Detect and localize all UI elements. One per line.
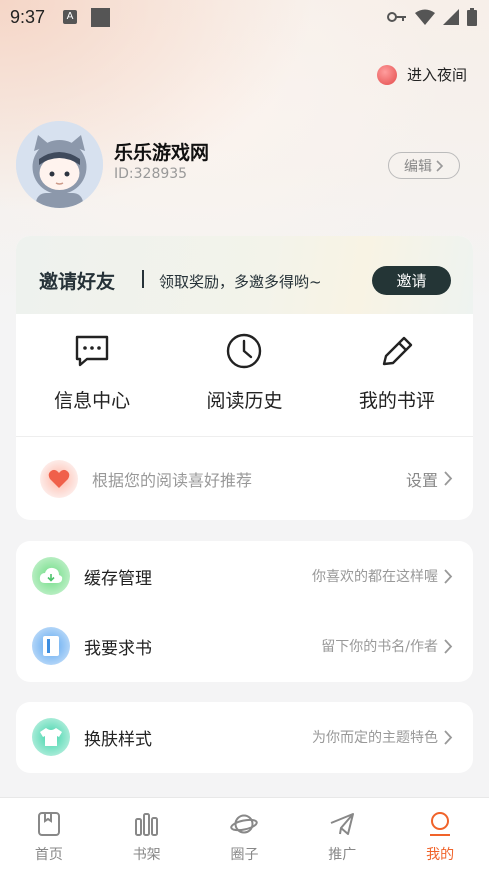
key-icon xyxy=(387,12,406,22)
recommendation-settings[interactable]: 设置 xyxy=(406,467,453,491)
notification-a-icon: A xyxy=(63,10,78,24)
chevron-right-icon xyxy=(436,159,444,172)
chevron-right-icon xyxy=(444,471,453,486)
recommendation-row[interactable]: 根据您的阅读喜好推荐 设置 xyxy=(16,437,473,520)
bottom-tab-bar: 首页 书架 圈子 推广 我的 xyxy=(0,797,489,871)
quick-actions: 信息中心 阅读历史 我的书评 xyxy=(16,314,473,436)
tab-label: 推广 xyxy=(328,847,357,863)
chevron-right-icon xyxy=(444,729,453,745)
bookshelf-icon xyxy=(134,813,158,836)
profile-icon xyxy=(430,812,451,836)
notification-square-icon xyxy=(91,7,111,27)
planet-icon xyxy=(230,814,259,834)
pen-icon xyxy=(382,336,413,366)
invite-subtitle: 领取奖励，多邀多得哟~ xyxy=(159,273,322,291)
invite-banner: 邀请好友 领取奖励，多邀多得哟~ 邀请 xyxy=(16,236,473,314)
invite-button[interactable]: 邀请 xyxy=(372,266,451,295)
battery-icon xyxy=(467,8,477,26)
status-bar: 9:37 A xyxy=(0,0,489,34)
menu-row-hint-text: 为你而定的主题特色 xyxy=(312,730,438,746)
edit-label: 编辑 xyxy=(404,158,432,175)
invite-divider xyxy=(142,270,144,288)
book-icon xyxy=(32,627,70,665)
clock-icon xyxy=(227,333,262,369)
message-icon xyxy=(75,335,109,367)
main-panel: 邀请好友 领取奖励，多邀多得哟~ 邀请 信息中心 阅读历史 我的书评 根据您的阅… xyxy=(16,236,473,520)
menu-row-label: 缓存管理 xyxy=(84,568,152,589)
user-id: ID:328935 xyxy=(114,166,188,182)
tab-home[interactable]: 首页 xyxy=(0,798,98,871)
download-cloud-icon xyxy=(32,557,70,595)
tab-bookshelf[interactable]: 书架 xyxy=(98,798,196,871)
wifi-icon xyxy=(415,9,435,25)
chevron-right-icon xyxy=(444,638,453,654)
menu-row-hint-text: 你喜欢的都在这样喔 xyxy=(312,569,438,585)
menu-row-hint: 为你而定的主题特色 xyxy=(312,727,453,747)
tab-promote[interactable]: 推广 xyxy=(293,798,391,871)
avatar[interactable] xyxy=(16,121,103,208)
menu-row-label: 我要求书 xyxy=(84,638,152,659)
tab-label: 书架 xyxy=(132,847,161,863)
quick-action-reading-history[interactable]: 阅读历史 xyxy=(168,314,320,436)
quick-action-message-center[interactable]: 信息中心 xyxy=(16,314,168,436)
settings-label: 设置 xyxy=(405,470,438,490)
menu-row-label: 换肤样式 xyxy=(84,729,152,750)
heart-icon xyxy=(40,459,78,498)
menu-row-cache[interactable]: 缓存管理 你喜欢的都在这样喔 xyxy=(16,541,473,611)
quick-action-label: 信息中心 xyxy=(54,390,131,412)
tab-label: 圈子 xyxy=(230,847,259,863)
recommendation-text: 根据您的阅读喜好推荐 xyxy=(92,470,253,490)
menu-row-hint-text: 留下你的书名/作者 xyxy=(321,639,438,655)
tab-label: 我的 xyxy=(426,847,455,863)
menu-row-hint: 你喜欢的都在这样喔 xyxy=(312,566,453,586)
tab-label: 首页 xyxy=(34,847,63,863)
quick-action-my-reviews[interactable]: 我的书评 xyxy=(321,314,473,436)
menu-row-skin[interactable]: 换肤样式 为你而定的主题特色 xyxy=(16,702,473,772)
menu-row-request-book[interactable]: 我要求书 留下你的书名/作者 xyxy=(16,611,473,681)
edit-profile-button[interactable]: 编辑 xyxy=(388,152,460,179)
menu-card-theme: 换肤样式 为你而定的主题特色 xyxy=(16,702,473,773)
night-mode-icon xyxy=(376,64,397,85)
night-mode-label: 进入夜间 xyxy=(406,66,467,84)
invite-title: 邀请好友 xyxy=(39,271,116,293)
avatar-character-icon xyxy=(16,121,103,208)
quick-action-label: 阅读历史 xyxy=(206,390,283,412)
menu-card-storage: 缓存管理 你喜欢的都在这样喔 我要求书 留下你的书名/作者 xyxy=(16,541,473,682)
tab-circle[interactable]: 圈子 xyxy=(196,798,294,871)
signal-icon xyxy=(443,9,459,25)
shirt-icon xyxy=(32,718,70,756)
status-time: 9:37 xyxy=(10,6,46,27)
username: 乐乐游戏网 xyxy=(114,142,210,164)
chevron-right-icon xyxy=(444,568,453,584)
menu-row-hint: 留下你的书名/作者 xyxy=(321,636,453,656)
quick-action-label: 我的书评 xyxy=(358,390,435,412)
home-icon xyxy=(37,812,60,836)
tab-mine[interactable]: 我的 xyxy=(391,798,489,871)
paper-plane-icon xyxy=(330,813,355,835)
status-icons xyxy=(387,8,477,26)
night-mode-button[interactable]: 进入夜间 xyxy=(376,64,467,85)
